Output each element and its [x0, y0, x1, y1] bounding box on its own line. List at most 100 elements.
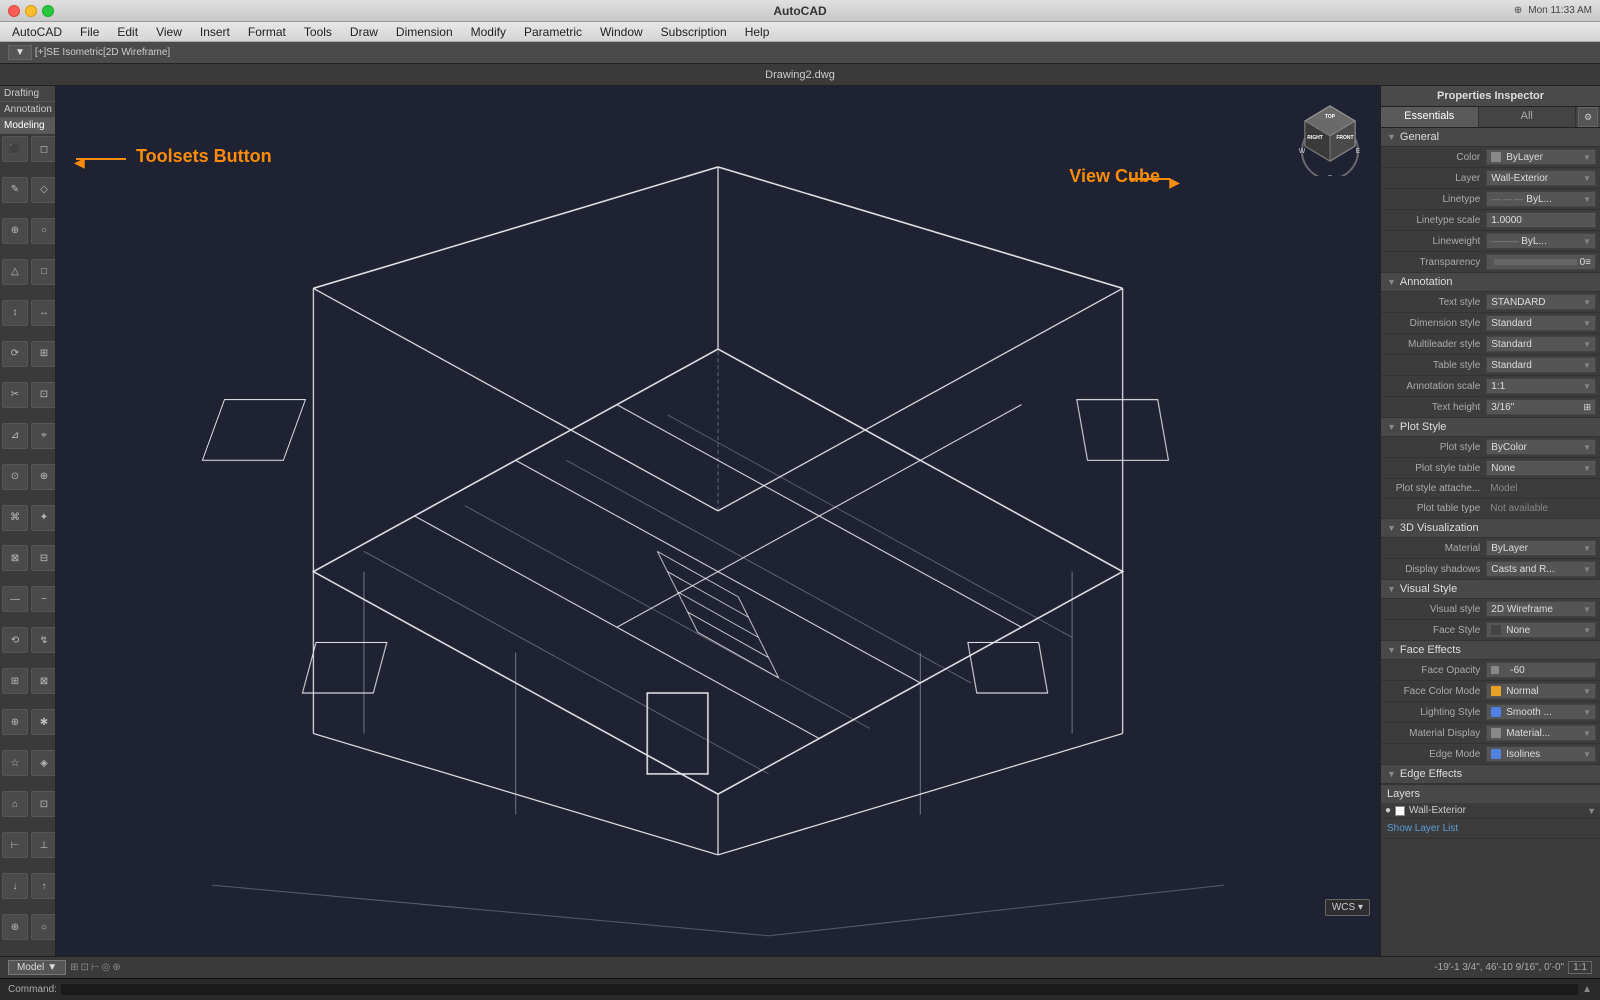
menu-insert[interactable]: Insert	[192, 22, 238, 42]
toolbar-dropdown[interactable]: ▼	[8, 45, 32, 60]
prop-color-value[interactable]: ByLayer ▼	[1486, 149, 1596, 165]
status-icon-object-snap[interactable]: ⊕	[112, 962, 120, 973]
tool-icon-21[interactable]: ⊠	[2, 545, 28, 571]
tool-icon-23[interactable]: —	[2, 586, 28, 612]
prop-face-opacity-value[interactable]: -60	[1486, 662, 1596, 678]
menu-view[interactable]: View	[148, 22, 190, 42]
prop-plot-style-table-value[interactable]: None ▼	[1486, 460, 1596, 476]
tool-icon-15[interactable]: ⊿	[2, 423, 28, 449]
prop-display-shadows-value[interactable]: Casts and R... ▼	[1486, 561, 1596, 577]
tool-icon-24[interactable]: ~	[31, 586, 56, 612]
prop-dim-style-value[interactable]: Standard ▼	[1486, 315, 1596, 331]
tool-icon-36[interactable]: ⊥	[31, 832, 56, 858]
status-icon-polar[interactable]: ◎	[102, 962, 111, 973]
tool-icon-11[interactable]: ⟳	[2, 341, 28, 367]
prop-transparency-value[interactable]: 0 ≡	[1486, 254, 1596, 270]
layer-visibility-icon[interactable]: ●	[1385, 805, 1391, 816]
tool-icon-7[interactable]: △	[2, 259, 28, 285]
tool-icon-1[interactable]: ⬛	[2, 136, 28, 162]
tool-icon-3[interactable]: ✎	[2, 177, 28, 203]
menu-file[interactable]: File	[72, 22, 107, 42]
menu-window[interactable]: Window	[592, 22, 651, 42]
minimize-button[interactable]	[25, 5, 37, 17]
scale-display[interactable]: 1:1	[1568, 961, 1592, 974]
canvas-area[interactable]: Toolsets Button ◀ View Cube ▶ TOP TOP	[56, 86, 1380, 956]
section-general[interactable]: ▼ General	[1381, 128, 1600, 147]
prop-annotation-scale-value[interactable]: 1:1 ▼	[1486, 378, 1596, 394]
prop-table-style-value[interactable]: Standard ▼	[1486, 357, 1596, 373]
prop-plot-style-value[interactable]: ByColor ▼	[1486, 439, 1596, 455]
tool-icon-32[interactable]: ◈	[31, 750, 56, 776]
menu-draw[interactable]: Draw	[342, 22, 386, 42]
menu-autocad[interactable]: AutoCAD	[4, 22, 70, 42]
command-input[interactable]	[61, 984, 1578, 995]
tool-icon-25[interactable]: ⟲	[2, 627, 28, 653]
prop-linetype-scale-value[interactable]: 1.0000	[1486, 212, 1596, 228]
prop-multileader-value[interactable]: Standard ▼	[1486, 336, 1596, 352]
prop-lighting-style-value[interactable]: Smooth ... ▼	[1486, 704, 1596, 720]
prop-visual-style-value[interactable]: 2D Wireframe ▼	[1486, 601, 1596, 617]
tool-icon-40[interactable]: ○	[31, 914, 56, 940]
tool-icon-38[interactable]: ↑	[31, 873, 56, 899]
menu-modify[interactable]: Modify	[463, 22, 514, 42]
prop-material-value[interactable]: ByLayer ▼	[1486, 540, 1596, 556]
section-3d-visualization[interactable]: ▼ 3D Visualization	[1381, 519, 1600, 538]
show-layer-list-link[interactable]: Show Layer List	[1387, 823, 1458, 834]
tool-icon-30[interactable]: ✱	[31, 709, 56, 735]
tab-essentials[interactable]: Essentials	[1381, 107, 1479, 127]
toolset-tab-modeling[interactable]: Modeling	[0, 118, 55, 134]
tool-icon-34[interactable]: ⊡	[31, 791, 56, 817]
prop-edge-mode-value[interactable]: Isolines ▼	[1486, 746, 1596, 762]
tool-icon-20[interactable]: ✦	[31, 505, 56, 531]
section-face-effects[interactable]: ▼ Face Effects	[1381, 641, 1600, 660]
tool-icon-4[interactable]: ◇	[31, 177, 56, 203]
view-cube[interactable]: TOP TOP FRONT RIGHT S W E	[1290, 96, 1370, 176]
prop-material-display-value[interactable]: Material... ▼	[1486, 725, 1596, 741]
toolset-tab-annotation[interactable]: Annotation	[0, 102, 55, 118]
tool-icon-18[interactable]: ⊕	[31, 464, 56, 490]
prop-linetype-value[interactable]: — — — ByL... ▼	[1486, 191, 1596, 207]
tab-all[interactable]: All	[1479, 107, 1577, 127]
command-expand-icon[interactable]: ▲	[1582, 984, 1592, 995]
section-visual-style[interactable]: ▼ Visual Style	[1381, 580, 1600, 599]
close-button[interactable]	[8, 5, 20, 17]
menu-dimension[interactable]: Dimension	[388, 22, 461, 42]
tool-icon-26[interactable]: ↯	[31, 627, 56, 653]
tool-icon-5[interactable]: ⊕	[2, 218, 28, 244]
status-icon-snap[interactable]: ⊡	[81, 962, 89, 973]
tool-icon-33[interactable]: ⌂	[2, 791, 28, 817]
tool-icon-19[interactable]: ⌘	[2, 505, 28, 531]
tool-icon-35[interactable]: ⊢	[2, 832, 28, 858]
section-annotation[interactable]: ▼ Annotation	[1381, 273, 1600, 292]
menu-tools[interactable]: Tools	[296, 22, 340, 42]
tool-icon-10[interactable]: ↔	[31, 300, 56, 326]
tool-icon-14[interactable]: ⊡	[31, 382, 56, 408]
tool-icon-16[interactable]: ⌖	[31, 423, 56, 449]
prop-face-style-value[interactable]: None ▼	[1486, 622, 1596, 638]
section-edge-effects[interactable]: ▼ Edge Effects	[1381, 765, 1600, 784]
menu-subscription[interactable]: Subscription	[653, 22, 735, 42]
prop-lineweight-value[interactable]: ——— ByL... ▼	[1486, 233, 1596, 249]
tool-icon-39[interactable]: ⊕	[2, 914, 28, 940]
tool-icon-27[interactable]: ⊞	[2, 668, 28, 694]
status-icon-ortho[interactable]: ⊢	[91, 962, 100, 973]
tool-icon-37[interactable]: ↓	[2, 873, 28, 899]
layer-dropdown-arrow[interactable]: ▼	[1587, 806, 1596, 816]
menu-edit[interactable]: Edit	[109, 22, 146, 42]
section-plot-style[interactable]: ▼ Plot Style	[1381, 418, 1600, 437]
tool-icon-8[interactable]: □	[31, 259, 56, 285]
layer-row-wall-exterior[interactable]: ● Wall-Exterior ▼	[1381, 803, 1600, 819]
tool-icon-22[interactable]: ⊟	[31, 545, 56, 571]
tool-icon-12[interactable]: ⊞	[31, 341, 56, 367]
tool-icon-6[interactable]: ○	[31, 218, 56, 244]
status-icon-grid[interactable]: ⊞	[70, 962, 78, 973]
menu-help[interactable]: Help	[737, 22, 778, 42]
tool-icon-31[interactable]: ☆	[2, 750, 28, 776]
show-layer-list-row[interactable]: Show Layer List	[1381, 819, 1600, 839]
model-tab[interactable]: Model ▼	[8, 960, 66, 975]
prop-layer-value[interactable]: Wall-Exterior ▼	[1486, 170, 1596, 186]
menu-format[interactable]: Format	[240, 22, 294, 42]
tool-icon-9[interactable]: ↕	[2, 300, 28, 326]
tool-icon-29[interactable]: ⊕	[2, 709, 28, 735]
tool-icon-13[interactable]: ✂	[2, 382, 28, 408]
